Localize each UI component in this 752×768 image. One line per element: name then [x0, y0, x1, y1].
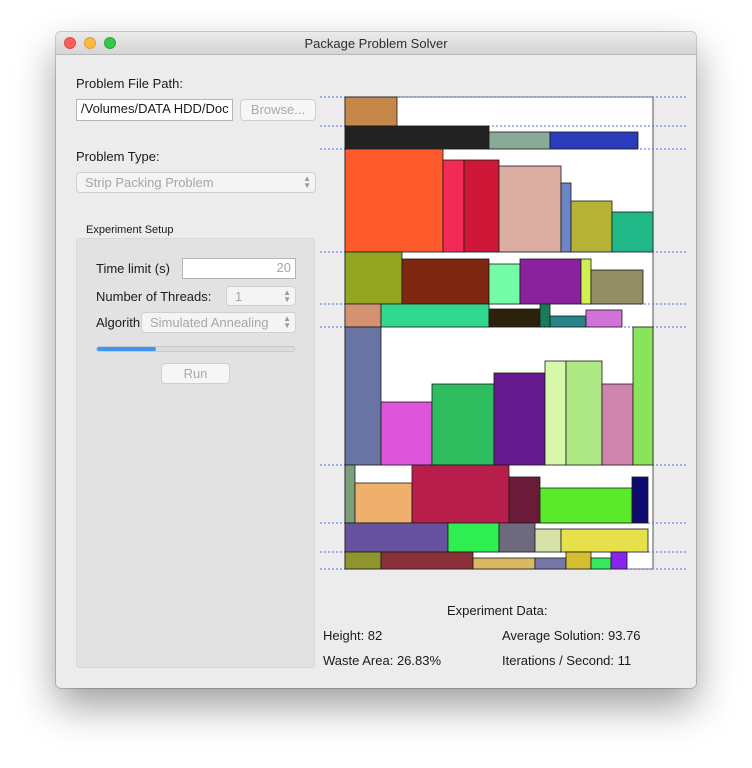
- package-1: [344, 96, 398, 127]
- average-solution-stat: Average Solution: 93.76: [502, 628, 641, 643]
- package-28: [544, 360, 567, 466]
- package-30: [601, 383, 634, 466]
- file-path-field[interactable]: /Volumes/DATA HDD/Doc: [76, 99, 233, 121]
- package-48: [590, 557, 612, 570]
- problem-type-label: Problem Type:: [76, 149, 160, 164]
- problem-type-value: Strip Packing Problem: [85, 175, 214, 190]
- package-34: [411, 464, 510, 524]
- package-26: [431, 383, 495, 466]
- algorithm-value: Simulated Annealing: [150, 315, 269, 330]
- package-27: [493, 372, 546, 466]
- experiment-setup-title: Experiment Setup: [86, 224, 174, 236]
- threads-value: 1: [235, 289, 243, 304]
- package-44: [380, 551, 474, 570]
- package-5: [344, 148, 444, 253]
- package-24: [344, 326, 382, 466]
- package-22: [549, 315, 587, 328]
- algorithm-label: Algorithm:: [96, 315, 142, 330]
- package-18: [344, 303, 382, 328]
- package-36: [539, 487, 633, 524]
- package-21: [539, 303, 551, 328]
- package-12: [344, 251, 403, 305]
- package-31: [632, 326, 654, 466]
- stepper-arrows-icon: ▲ ▼: [303, 174, 311, 190]
- package-14: [488, 263, 521, 305]
- package-35: [508, 476, 541, 524]
- package-45: [472, 557, 536, 570]
- window-title: Package Problem Solver: [304, 36, 448, 51]
- package-29: [565, 360, 603, 466]
- problem-type-select[interactable]: Strip Packing Problem ▲ ▼: [76, 172, 316, 193]
- browse-button[interactable]: Browse...: [240, 99, 316, 121]
- height-stat: Height: 82: [323, 628, 383, 643]
- time-limit-label: Time limit (s): [96, 261, 170, 276]
- package-33: [354, 482, 413, 524]
- package-32: [344, 464, 356, 524]
- time-limit-field[interactable]: 20: [182, 258, 296, 279]
- package-38: [344, 522, 449, 553]
- iterations-stat: Iterations / Second: 11: [502, 653, 632, 668]
- package-7: [463, 159, 500, 253]
- run-button[interactable]: Run: [161, 363, 230, 384]
- package-11: [611, 211, 654, 253]
- progress-bar: [96, 346, 295, 352]
- package-20: [488, 308, 541, 328]
- package-43: [344, 551, 382, 570]
- package-47: [565, 551, 592, 570]
- package-23: [585, 309, 623, 328]
- package-2: [344, 125, 490, 150]
- package-3: [488, 131, 551, 150]
- threads-stepper[interactable]: 1 ▲ ▼: [226, 286, 296, 306]
- title-bar: Package Problem Solver: [56, 32, 696, 55]
- package-13: [401, 258, 490, 305]
- file-path-label: Problem File Path:: [76, 76, 183, 91]
- package-41: [534, 528, 562, 553]
- package-37: [631, 476, 649, 524]
- threads-label: Number of Threads:: [96, 289, 212, 304]
- package-10: [570, 200, 613, 253]
- waste-area-stat: Waste Area: 26.83%: [323, 653, 442, 668]
- package-16: [580, 258, 592, 305]
- package-25: [380, 401, 433, 466]
- app-window: Package Problem Solver Problem File Path…: [56, 32, 696, 688]
- algorithm-select[interactable]: Simulated Annealing ▲ ▼: [141, 312, 296, 333]
- package-40: [498, 522, 536, 553]
- stepper-arrows-icon: ▲ ▼: [283, 288, 291, 304]
- package-42: [560, 528, 649, 553]
- package-19: [380, 303, 490, 328]
- package-49: [610, 551, 628, 570]
- package-4: [549, 131, 639, 150]
- package-8: [498, 165, 562, 253]
- packing-canvas: [320, 96, 688, 570]
- package-17: [590, 269, 644, 305]
- package-15: [519, 258, 582, 305]
- experiment-data-title: Experiment Data:: [447, 603, 548, 618]
- package-6: [442, 159, 465, 253]
- progress-bar-fill: [97, 347, 157, 351]
- package-39: [447, 522, 500, 553]
- stepper-arrows-icon: ▲ ▼: [283, 314, 291, 330]
- package-9: [560, 182, 572, 253]
- package-46: [534, 557, 567, 570]
